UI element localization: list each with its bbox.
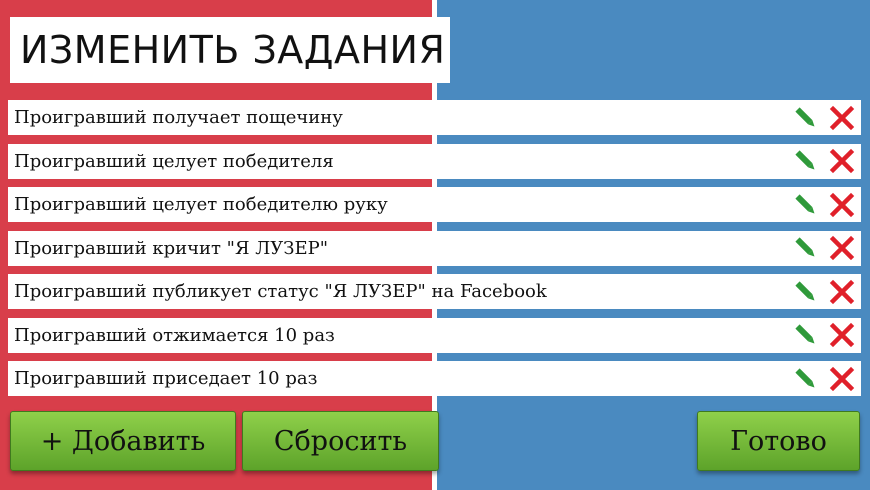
- task-text: Проигравший получает пощечину: [14, 107, 343, 128]
- task-list: Проигравший получает пощечину Проигравши…: [8, 100, 861, 405]
- task-actions: [793, 235, 855, 261]
- task-actions: [793, 148, 855, 174]
- task-actions: [793, 105, 855, 131]
- pencil-icon[interactable]: [793, 322, 819, 348]
- task-actions: [793, 279, 855, 305]
- task-row: Проигравший публикует статус "Я ЛУЗЕР" н…: [8, 274, 861, 309]
- task-row: Проигравший получает пощечину: [8, 100, 861, 135]
- close-icon[interactable]: [829, 235, 855, 261]
- pencil-icon[interactable]: [793, 192, 819, 218]
- page-title-box: ИЗМЕНИТЬ ЗАДАНИЯ: [10, 17, 450, 83]
- task-actions: [793, 366, 855, 392]
- close-icon[interactable]: [829, 279, 855, 305]
- page-title: ИЗМЕНИТЬ ЗАДАНИЯ: [20, 28, 446, 72]
- task-text: Проигравший целует победителю руку: [14, 194, 388, 215]
- close-icon[interactable]: [829, 192, 855, 218]
- pencil-icon[interactable]: [793, 105, 819, 131]
- task-actions: [793, 322, 855, 348]
- task-text: Проигравший целует победителя: [14, 150, 334, 172]
- task-row: Проигравший кричит "Я ЛУЗЕР": [8, 230, 861, 266]
- close-icon[interactable]: [829, 105, 855, 131]
- task-row: Проигравший целует победителя: [8, 143, 861, 179]
- done-button[interactable]: Готово: [697, 411, 860, 471]
- close-icon[interactable]: [829, 322, 855, 348]
- task-row: Проигравший приседает 10 раз: [8, 361, 861, 396]
- task-row: Проигравший отжимается 10 раз: [8, 317, 861, 353]
- task-actions: [793, 192, 855, 218]
- task-text: Проигравший кричит "Я ЛУЗЕР": [14, 237, 328, 259]
- add-task-button[interactable]: + Добавить: [10, 411, 236, 471]
- reset-button[interactable]: Сбросить: [242, 411, 439, 471]
- pencil-icon[interactable]: [793, 279, 819, 305]
- task-text: Проигравший отжимается 10 раз: [14, 324, 335, 346]
- close-icon[interactable]: [829, 148, 855, 174]
- pencil-icon[interactable]: [793, 366, 819, 392]
- close-icon[interactable]: [829, 366, 855, 392]
- task-text: Проигравший приседает 10 раз: [14, 368, 318, 389]
- pencil-icon[interactable]: [793, 235, 819, 261]
- task-row: Проигравший целует победителю руку: [8, 187, 861, 222]
- pencil-icon[interactable]: [793, 148, 819, 174]
- task-text: Проигравший публикует статус "Я ЛУЗЕР" н…: [14, 281, 547, 302]
